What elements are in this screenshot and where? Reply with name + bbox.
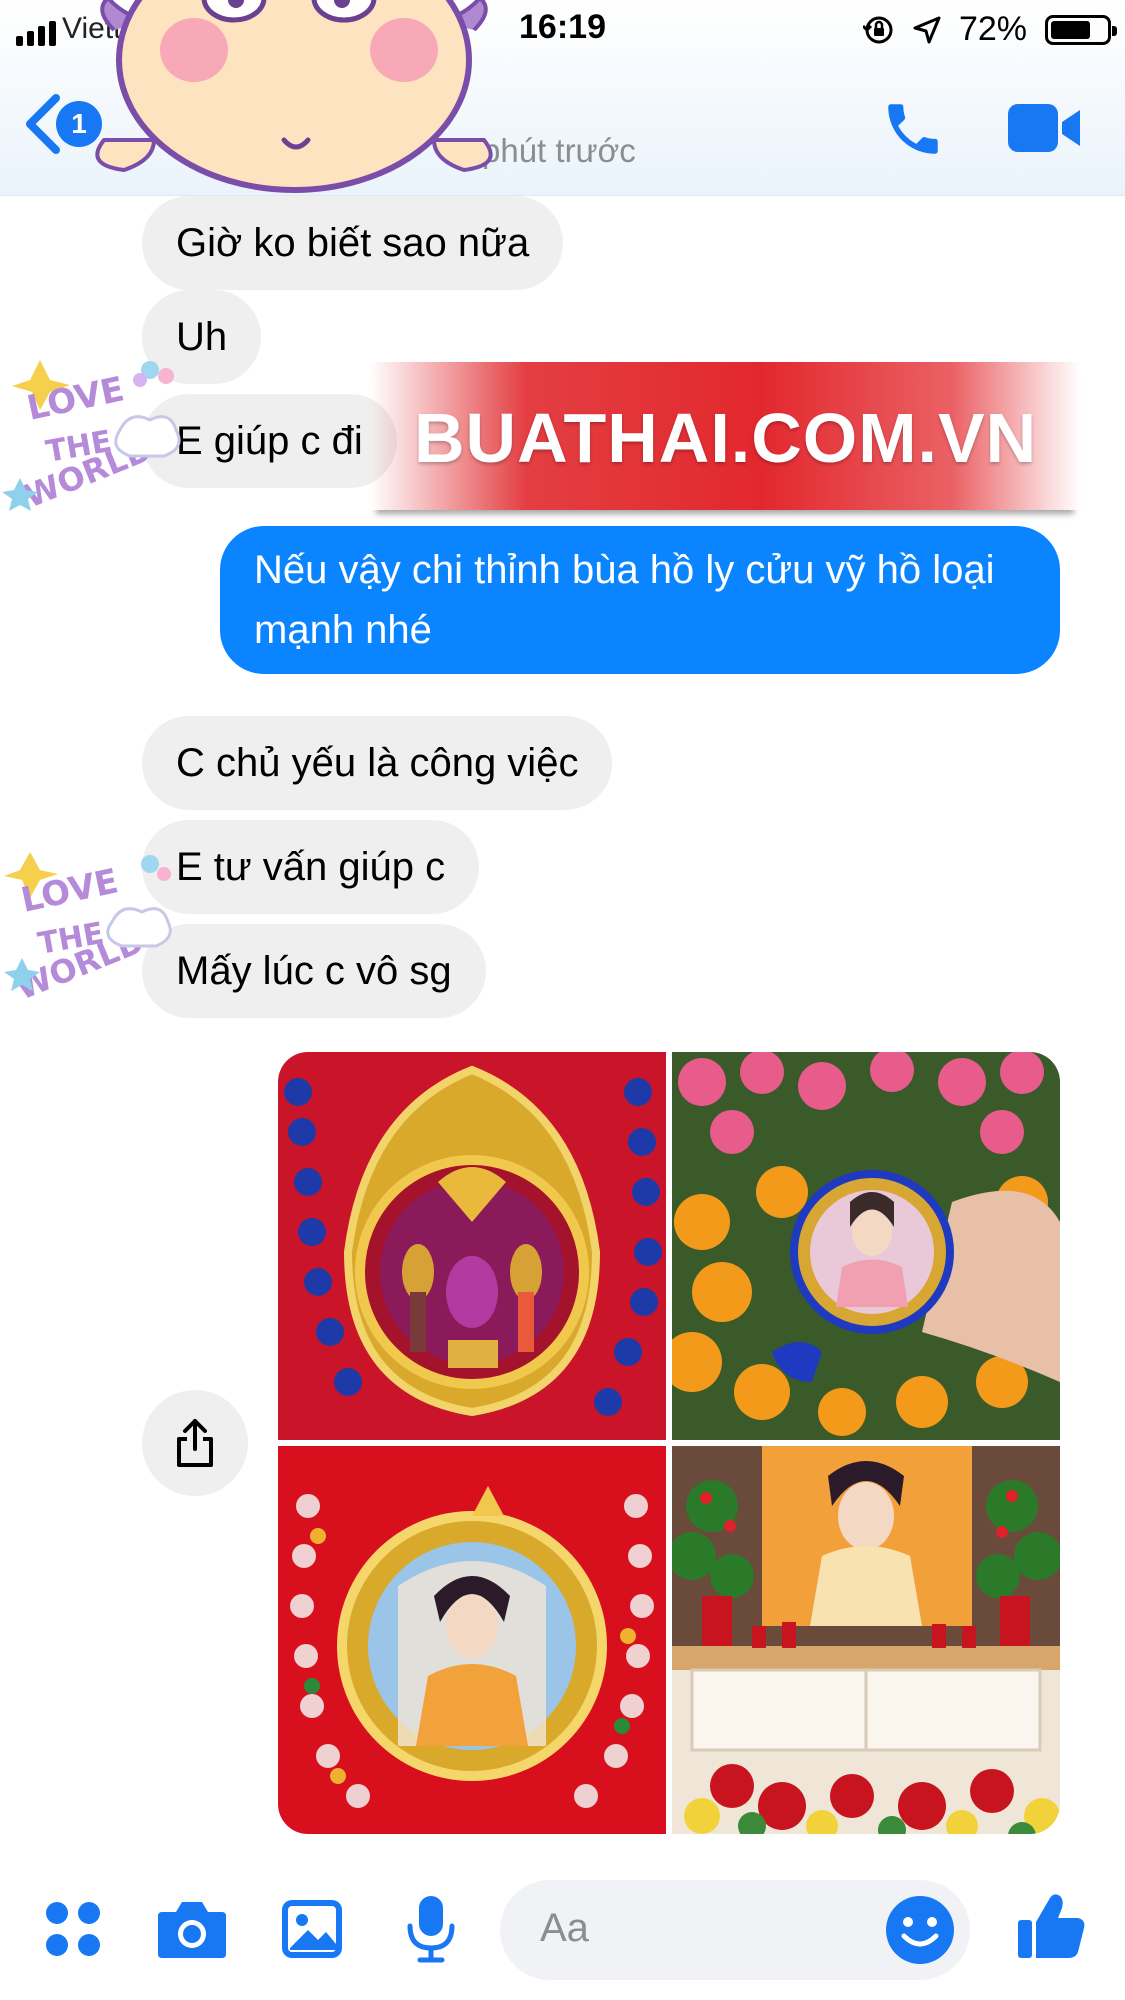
microphone-icon[interactable] <box>404 1894 458 1964</box>
message-incoming[interactable]: Giờ ko biết sao nữa <box>142 196 564 290</box>
message-incoming[interactable]: E tư vấn giúp c <box>142 820 480 914</box>
share-button[interactable] <box>142 1390 248 1496</box>
photo-amulet-gourds[interactable] <box>278 1052 666 1440</box>
love-the-world-sticker: LOVE THE WORLD <box>2 360 181 515</box>
active-status: phút trước <box>482 132 636 169</box>
video-camera-icon[interactable] <box>1006 100 1082 156</box>
emoji-icon[interactable] <box>882 1892 958 1968</box>
message-outgoing[interactable]: Nếu vậy chi thỉnh bùa hồ ly cửu vỹ hồ lo… <box>220 526 1060 674</box>
orientation-lock-icon <box>862 16 893 43</box>
composer-bar: Aa <box>0 1860 1125 2000</box>
photo-amulet-tulips[interactable] <box>672 1052 1060 1440</box>
battery-icon <box>1045 14 1117 45</box>
gallery-icon[interactable] <box>280 1898 344 1960</box>
love-the-world-sticker: LOVE THE WORLD <box>4 852 172 1007</box>
battery-percent: 72% <box>958 10 1027 48</box>
message-input[interactable]: Aa <box>500 1880 970 1980</box>
location-icon <box>913 16 941 43</box>
photo-amulet-crystal-beads[interactable] <box>278 1446 666 1834</box>
share-icon <box>177 1419 213 1467</box>
phone-icon[interactable] <box>880 96 946 162</box>
status-bar-right: 72% <box>862 10 1117 49</box>
baby-sticker <box>95 0 493 193</box>
camera-icon[interactable] <box>156 1898 228 1960</box>
message-incoming[interactable]: C chủ yếu là công việc <box>142 716 613 810</box>
message-incoming[interactable]: Mấy lúc c vô sg <box>142 924 486 1018</box>
apps-icon[interactable] <box>44 1900 102 1958</box>
photo-altar[interactable] <box>672 1446 1060 1834</box>
message-input-placeholder: Aa <box>540 1906 589 1950</box>
watermark-text: BUATHAI.COM.VN <box>414 399 1038 477</box>
like-icon[interactable] <box>1016 1890 1088 1962</box>
